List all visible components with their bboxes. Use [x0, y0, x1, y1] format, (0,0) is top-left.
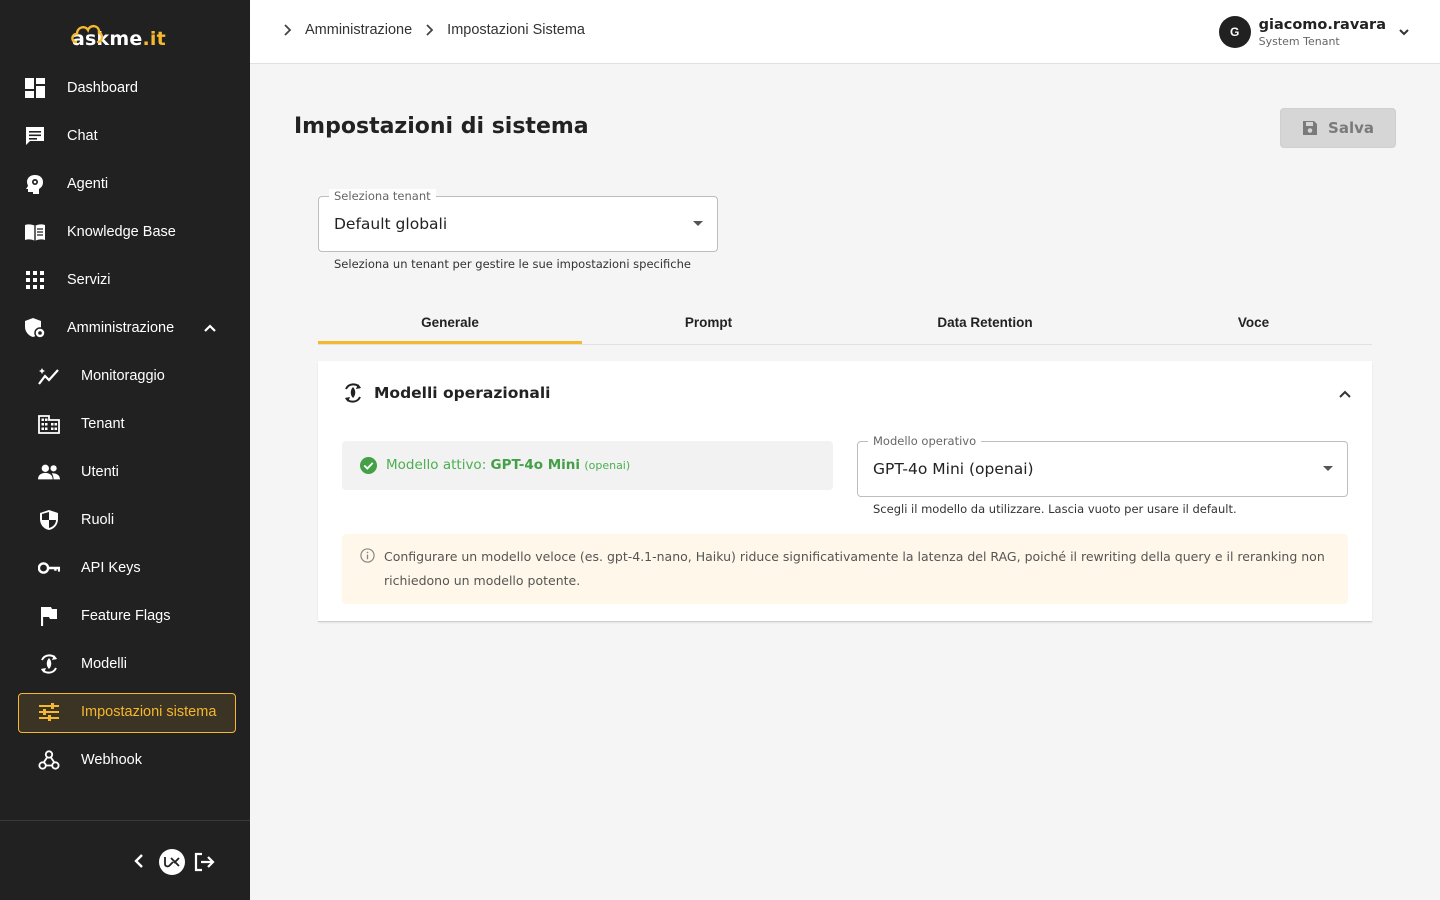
security-shield-icon	[38, 509, 60, 531]
model-select[interactable]: Modello operativo GPT-4o Mini (openai)	[857, 434, 1348, 497]
info-alert: Configurare un modello veloce (es. gpt-4…	[342, 534, 1348, 604]
tenant-select-helper: Seleziona un tenant per gestire le sue i…	[334, 257, 691, 271]
model-select-label: Modello operativo	[868, 434, 982, 448]
building-icon	[38, 413, 60, 435]
avatar: G	[1218, 16, 1251, 48]
sidebar-item-tenant[interactable]: Tenant	[0, 400, 250, 448]
save-button-label: Salva	[1328, 119, 1374, 137]
brand-badge-icon	[159, 849, 185, 875]
tenant-select-label: Seleziona tenant	[329, 189, 436, 203]
active-model-prefix: Modello attivo:	[386, 457, 487, 473]
webhook-icon	[38, 749, 60, 771]
tab-indicator	[318, 341, 582, 344]
sidebar-item-label: Impostazioni sistema	[81, 704, 217, 720]
chart-sparkle-icon	[38, 365, 60, 387]
model-select-helper: Scegli il modello da utilizzare. Lascia …	[873, 502, 1237, 516]
sidebar-item-label: Amministrazione	[67, 320, 175, 336]
caret-down-icon	[1323, 466, 1333, 471]
tab-voce[interactable]: Voce	[1135, 300, 1372, 344]
model-sync-icon	[342, 382, 364, 408]
save-button[interactable]: Salva	[1280, 108, 1396, 148]
chevron-right-icon	[426, 24, 434, 36]
info-icon	[360, 548, 375, 567]
chevron-right-icon	[284, 24, 292, 36]
tenant-select[interactable]: Seleziona tenant Default globali	[318, 189, 718, 252]
book-open-icon	[24, 221, 46, 243]
brain-head-icon	[24, 173, 46, 195]
key-icon	[38, 557, 60, 579]
cloud-icon	[71, 25, 104, 44]
sidebar-item-impostazioni-sistema[interactable]: Impostazioni sistema	[0, 688, 250, 736]
sidebar-item-label: Feature Flags	[81, 608, 171, 624]
user-tenant: System Tenant	[1258, 34, 1340, 48]
tab-generale[interactable]: Generale	[318, 300, 582, 344]
sidebar-item-label: Dashboard	[67, 80, 138, 96]
sidebar-item-monitoraggio[interactable]: Monitoraggio	[0, 352, 250, 400]
sidebar-item-label: Modelli	[81, 656, 127, 672]
model-sync-icon	[38, 653, 60, 675]
sidebar-item-label: Tenant	[81, 416, 125, 432]
sidebar-item-utenti[interactable]: Utenti	[0, 448, 250, 496]
logo-suffix: .it	[142, 28, 166, 50]
sidebar-item-label: Webhook	[81, 752, 142, 768]
sidebar-item-knowledge-base[interactable]: Knowledge Base	[0, 208, 250, 256]
sidebar-item-servizi[interactable]: Servizi	[0, 256, 250, 304]
dashboard-icon	[24, 77, 46, 99]
sidebar-item-label: Chat	[67, 128, 98, 144]
admin-shield-icon	[24, 317, 46, 339]
breadcrumb-item-amministrazione[interactable]: Amministrazione	[305, 22, 412, 38]
sidebar-item-label: Servizi	[67, 272, 111, 288]
top-bar: Amministrazione Impostazioni Sistema G g…	[250, 0, 1440, 64]
flag-icon	[38, 605, 60, 627]
tab-prompt[interactable]: Prompt	[582, 300, 835, 344]
sidebar-item-label: Ruoli	[81, 512, 115, 528]
sidebar: askme.it Dashboard Chat Agenti Knowledge…	[0, 0, 250, 900]
save-icon	[1303, 121, 1318, 135]
people-icon	[38, 461, 60, 483]
sidebar-item-dashboard[interactable]: Dashboard	[0, 64, 250, 112]
breadcrumb-item-impostazioni-sistema: Impostazioni Sistema	[447, 22, 585, 38]
sidebar-item-webhook[interactable]: Webhook	[0, 736, 250, 784]
active-model-status: Modello attivo: GPT-4o Mini (openai)	[342, 441, 833, 490]
sidebar-footer	[0, 820, 250, 900]
chevron-up-icon[interactable]	[202, 320, 218, 336]
active-model-name: GPT-4o Mini	[490, 457, 581, 473]
chevron-up-icon[interactable]	[1338, 385, 1352, 404]
sidebar-item-label: Monitoraggio	[81, 368, 165, 384]
user-menu[interactable]: G giacomo.ravara System Tenant	[1218, 14, 1410, 50]
sidebar-item-label: API Keys	[81, 560, 141, 576]
chevron-down-icon[interactable]	[1398, 27, 1410, 37]
breadcrumb: Amministrazione Impostazioni Sistema	[282, 22, 585, 38]
tune-sliders-icon	[38, 701, 60, 723]
sidebar-item-agenti[interactable]: Agenti	[0, 160, 250, 208]
collapse-sidebar-icon[interactable]	[132, 853, 146, 869]
sidebar-item-chat[interactable]: Chat	[0, 112, 250, 160]
sidebar-nav: Dashboard Chat Agenti Knowledge Base Ser…	[0, 64, 250, 784]
section-title: Modelli operazionali	[374, 384, 551, 402]
logo: askme.it	[70, 18, 166, 50]
apps-grid-icon	[24, 269, 46, 291]
sidebar-item-modelli[interactable]: Modelli	[0, 640, 250, 688]
check-circle-icon	[360, 457, 377, 478]
active-model-provider: (openai)	[584, 459, 631, 472]
logout-icon[interactable]	[193, 851, 215, 873]
info-text: Configurare un modello veloce (es. gpt-4…	[384, 549, 1325, 588]
sidebar-item-label: Knowledge Base	[67, 224, 176, 240]
page-title: Impostazioni di sistema	[294, 114, 589, 139]
settings-tabs: Generale Prompt Data Retention Voce	[318, 300, 1372, 345]
sidebar-item-api-keys[interactable]: API Keys	[0, 544, 250, 592]
chat-icon	[24, 125, 46, 147]
sidebar-item-feature-flags[interactable]: Feature Flags	[0, 592, 250, 640]
sidebar-item-label: Utenti	[81, 464, 119, 480]
tab-data-retention[interactable]: Data Retention	[835, 300, 1135, 344]
tenant-select-value: Default globali	[334, 215, 448, 233]
model-select-value: GPT-4o Mini (openai)	[873, 460, 1034, 478]
caret-down-icon	[693, 221, 703, 226]
sidebar-item-ruoli[interactable]: Ruoli	[0, 496, 250, 544]
user-name: giacomo.ravara	[1258, 16, 1386, 33]
sidebar-item-label: Agenti	[67, 176, 109, 192]
operational-models-card: Modelli operazionali Modello attivo: GPT…	[318, 361, 1372, 622]
sidebar-item-amministrazione[interactable]: Amministrazione	[0, 304, 250, 352]
